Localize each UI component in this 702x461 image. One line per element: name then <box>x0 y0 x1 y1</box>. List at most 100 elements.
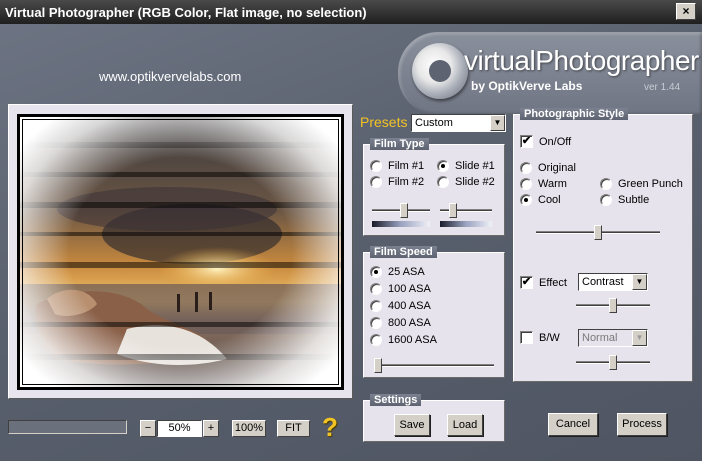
film-type-option-slide2[interactable]: Slide #2 <box>437 176 495 188</box>
cancel-button[interactable]: Cancel <box>548 413 598 436</box>
radio[interactable] <box>370 300 382 312</box>
slider-thumb[interactable] <box>449 203 457 218</box>
radio[interactable] <box>370 160 382 172</box>
film-type-title: Film Type <box>370 138 429 150</box>
preview-frame <box>8 104 353 399</box>
radio[interactable] <box>437 160 449 172</box>
radio[interactable] <box>520 178 532 190</box>
style-slider[interactable] <box>536 225 660 241</box>
option-label: Film #1 <box>388 160 425 172</box>
option-label: Subtle <box>618 194 650 206</box>
zoom-out-button[interactable]: − <box>140 420 156 437</box>
bw-value: Normal <box>582 332 618 344</box>
preview-image[interactable] <box>17 114 344 390</box>
film-speed-panel: Film Speed 25 ASA 100 ASA 400 ASA 800 AS… <box>363 246 505 378</box>
film-type-option-film1[interactable]: Film #1 <box>370 160 424 172</box>
process-button[interactable]: Process <box>617 413 667 436</box>
zoom-100-button[interactable]: 100% <box>232 420 266 437</box>
effect-value: Contrast <box>582 276 624 288</box>
effect-slider[interactable] <box>576 298 650 314</box>
slider-thumb[interactable] <box>400 203 408 218</box>
zoom-in-button[interactable]: + <box>203 420 219 437</box>
load-button[interactable]: Load <box>447 414 483 436</box>
option-label: Slide #1 <box>455 160 495 172</box>
main-window: www.optikvervelabs.com virtualPhotograph… <box>0 24 702 461</box>
presets-label: Presets <box>360 114 408 130</box>
chevron-down-icon[interactable]: ▼ <box>632 330 647 346</box>
photographic-style-panel: Photographic Style ✔ On/Off Original War… <box>513 108 693 382</box>
version-label: ver 1.44 <box>644 82 681 93</box>
preview-photo <box>17 114 344 390</box>
logo-byline: by OptikVerve Labs <box>471 79 583 93</box>
close-button[interactable]: × <box>676 3 696 20</box>
chevron-down-icon[interactable]: ▼ <box>632 274 647 290</box>
film-type-option-slide1[interactable]: Slide #1 <box>437 160 495 172</box>
option-label: Slide #2 <box>455 176 495 188</box>
option-label: 25 ASA <box>388 266 425 278</box>
radio[interactable] <box>437 176 449 188</box>
film-type-slider-right[interactable] <box>440 203 492 219</box>
radio[interactable] <box>520 194 532 206</box>
chevron-down-icon[interactable]: ▼ <box>490 115 505 131</box>
checkbox[interactable] <box>520 331 533 344</box>
effect-toggle[interactable]: ✔ Effect <box>520 276 567 289</box>
zoom-field[interactable]: 50% <box>157 420 202 437</box>
window-title: Virtual Photographer (RGB Color, Flat im… <box>5 5 367 20</box>
film-speed-option-400[interactable]: 400 ASA <box>370 300 431 312</box>
radio[interactable] <box>370 283 382 295</box>
option-label: 400 ASA <box>388 300 431 312</box>
film-speed-option-25[interactable]: 25 ASA <box>370 266 425 278</box>
logo-title: virtualPhotographer <box>464 45 699 76</box>
save-button[interactable]: Save <box>394 414 430 436</box>
presets-dropdown[interactable]: Custom ▼ <box>411 114 506 132</box>
bw-slider[interactable] <box>576 355 650 371</box>
option-label: 100 ASA <box>388 283 431 295</box>
film-type-gradient-right <box>440 221 492 227</box>
help-icon[interactable]: ? <box>322 412 338 443</box>
settings-title: Settings <box>370 394 422 406</box>
style-option-original[interactable]: Original <box>520 162 576 174</box>
film-speed-slider[interactable] <box>374 358 494 374</box>
settings-panel: Settings Save Load <box>363 394 505 442</box>
radio[interactable] <box>370 266 382 278</box>
film-type-panel: Film Type Film #1 Slide #1 Film #2 Slide… <box>363 138 505 236</box>
slider-thumb[interactable] <box>609 298 617 313</box>
option-label: 800 ASA <box>388 317 431 329</box>
radio[interactable] <box>600 178 612 190</box>
website-link[interactable]: www.optikvervelabs.com <box>99 69 241 84</box>
bw-toggle[interactable]: B/W <box>520 331 560 344</box>
radio[interactable] <box>370 317 382 329</box>
film-type-slider-left[interactable] <box>372 203 430 219</box>
film-type-option-film2[interactable]: Film #2 <box>370 176 424 188</box>
checkbox[interactable]: ✔ <box>520 276 533 289</box>
film-speed-option-100[interactable]: 100 ASA <box>370 283 431 295</box>
style-option-green-punch[interactable]: Green Punch <box>600 178 683 190</box>
style-onoff-toggle[interactable]: ✔ On/Off <box>520 135 571 148</box>
slider-thumb[interactable] <box>594 225 602 240</box>
logo-area: virtualPhotographer by OptikVerve Labs v… <box>398 32 702 115</box>
title-bar: Virtual Photographer (RGB Color, Flat im… <box>0 0 702 24</box>
radio[interactable] <box>520 162 532 174</box>
bw-dropdown[interactable]: Normal ▼ <box>578 329 648 347</box>
slider-thumb[interactable] <box>374 358 382 373</box>
style-option-subtle[interactable]: Subtle <box>600 194 649 206</box>
film-speed-option-1600[interactable]: 1600 ASA <box>370 334 437 346</box>
radio[interactable] <box>600 194 612 206</box>
radio[interactable] <box>370 334 382 346</box>
effect-dropdown[interactable]: Contrast ▼ <box>578 273 648 291</box>
checkbox[interactable]: ✔ <box>520 135 533 148</box>
zoom-fit-button[interactable]: FIT <box>277 420 310 437</box>
style-option-warm[interactable]: Warm <box>520 178 567 190</box>
style-option-cool[interactable]: Cool <box>520 194 561 206</box>
film-speed-option-800[interactable]: 800 ASA <box>370 317 431 329</box>
option-label: Original <box>538 162 576 174</box>
checkbox-label: Effect <box>539 276 567 289</box>
film-type-gradient-left <box>372 221 430 227</box>
option-label: Film #2 <box>388 176 425 188</box>
photographic-style-title: Photographic Style <box>520 108 629 120</box>
slider-thumb[interactable] <box>609 355 617 370</box>
option-label: Cool <box>538 194 561 206</box>
radio[interactable] <box>370 176 382 188</box>
checkbox-label: On/Off <box>539 135 572 148</box>
presets-value: Custom <box>415 117 453 129</box>
